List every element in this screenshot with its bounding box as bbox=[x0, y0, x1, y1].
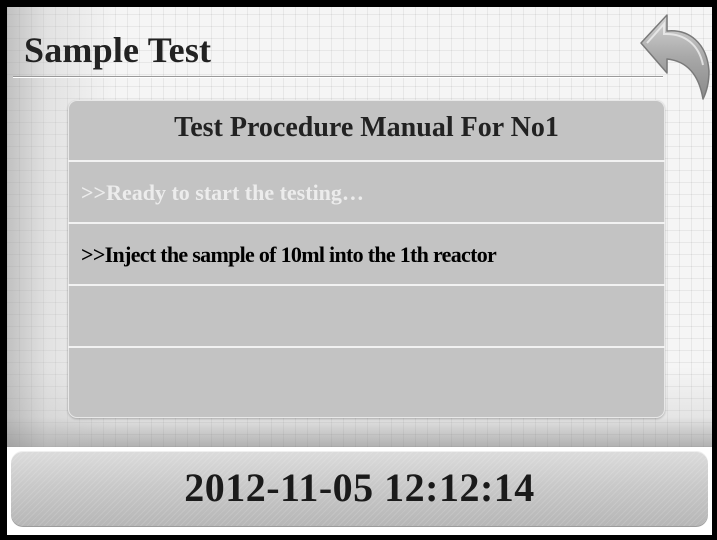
datetime-display: 2012-11-05 12:12:14 bbox=[184, 465, 535, 510]
sample-test-screen: Sample Test Test Procedure Manual For No… bbox=[7, 7, 712, 535]
procedure-panel: Test Procedure Manual For No1 >>Ready to… bbox=[68, 100, 665, 418]
panel-heading: Test Procedure Manual For No1 bbox=[174, 112, 559, 143]
page-title: Sample Test bbox=[24, 30, 212, 70]
back-button[interactable] bbox=[637, 9, 711, 101]
back-arrow-icon bbox=[640, 14, 710, 100]
panel-header-row: Test Procedure Manual For No1 bbox=[68, 100, 665, 162]
step-text-inject: >>Inject the sample of 10ml into the 1th… bbox=[81, 242, 497, 267]
step-row bbox=[68, 286, 665, 348]
title-divider-highlight bbox=[13, 77, 663, 78]
datetime-bar: 2012-11-05 12:12:14 bbox=[11, 451, 708, 527]
step-text-ready: >>Ready to start the testing… bbox=[81, 180, 364, 205]
content-area: Sample Test Test Procedure Manual For No… bbox=[7, 7, 712, 447]
step-row: >>Ready to start the testing… bbox=[68, 162, 665, 224]
step-row bbox=[68, 348, 665, 418]
step-row: >>Inject the sample of 10ml into the 1th… bbox=[68, 224, 665, 286]
